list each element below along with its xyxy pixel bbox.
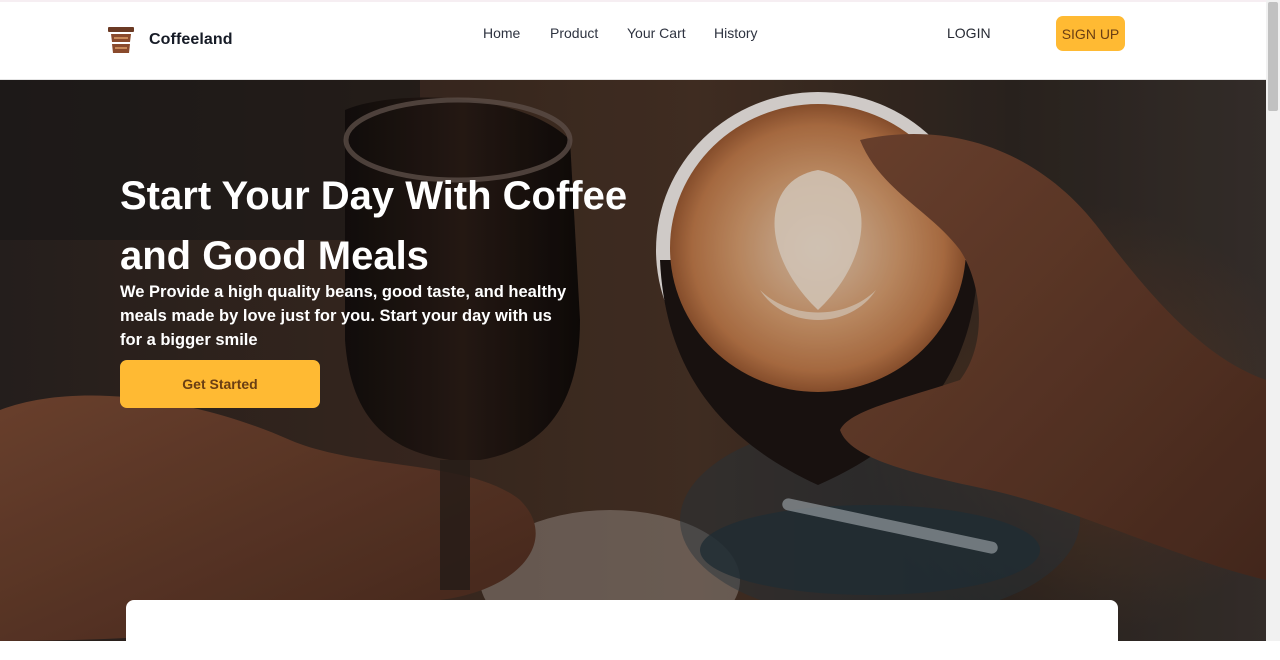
login-link[interactable]: LOGIN [947, 25, 991, 41]
nav-link-your-cart[interactable]: Your Cart [627, 25, 686, 41]
hero-section: Start Your Day With Coffee and Good Meal… [0, 80, 1266, 641]
brand-logo[interactable]: Coffeeland [108, 25, 233, 55]
nav-link-history[interactable]: History [714, 25, 758, 41]
get-started-button[interactable]: Get Started [120, 360, 320, 408]
brand-name: Coffeeland [149, 31, 233, 48]
hero-subtitle: We Provide a high quality beans, good ta… [120, 283, 567, 349]
hero-title: Start Your Day With Coffee and Good Meal… [120, 174, 628, 278]
top-navigation-bar: Coffeeland Home Product Your Cart Histor… [0, 0, 1266, 80]
vertical-scrollbar[interactable] [1266, 0, 1280, 641]
info-card [126, 600, 1118, 660]
sign-up-button[interactable]: SIGN UP [1056, 16, 1125, 51]
coffee-cup-icon [108, 27, 134, 53]
nav-link-product[interactable]: Product [550, 25, 598, 41]
nav-link-home[interactable]: Home [483, 25, 520, 41]
scrollbar-thumb[interactable] [1268, 2, 1278, 111]
